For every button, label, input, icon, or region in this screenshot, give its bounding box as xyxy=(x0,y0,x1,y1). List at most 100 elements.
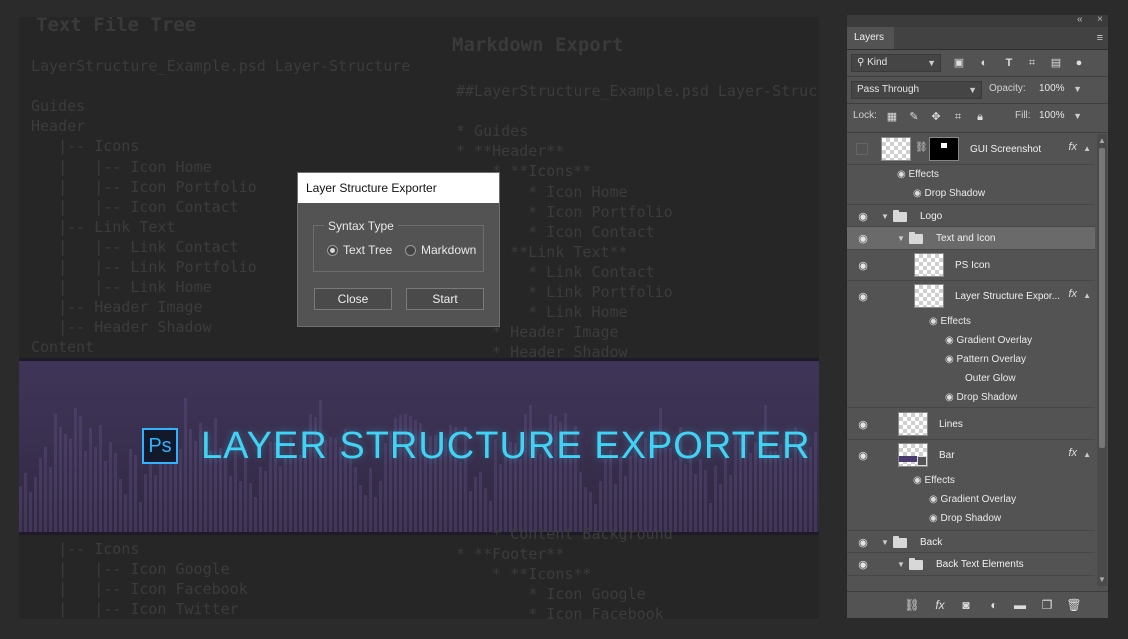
chevron-down-icon[interactable]: ▼ xyxy=(897,234,905,243)
layer-name: Back xyxy=(920,537,943,548)
effect-label: Drop Shadow xyxy=(956,392,1018,403)
close-panel-icon[interactable]: × xyxy=(1097,14,1103,25)
eye-icon[interactable]: ◉ xyxy=(856,259,870,272)
eye-icon[interactable]: ◉ xyxy=(897,169,906,180)
equalizer-bar xyxy=(374,496,377,535)
radio-selected-icon[interactable] xyxy=(327,244,338,256)
filter-pixel-icon[interactable]: ▣ xyxy=(951,55,967,71)
lock-transparent-icon[interactable]: ▦ xyxy=(884,109,900,125)
equalizer-bar xyxy=(709,502,712,535)
new-group-icon[interactable]: ▬ xyxy=(1012,597,1028,613)
layer-mask-thumbnail[interactable] xyxy=(929,137,959,161)
fill-field[interactable]: 100% ▼ xyxy=(1034,108,1086,126)
radio-text-tree[interactable]: Text Tree xyxy=(327,243,392,257)
effect-row[interactable]: ◉ Gradient Overlay xyxy=(929,494,1016,505)
eye-icon[interactable]: ◉ xyxy=(856,232,870,245)
scrollbar-thumb[interactable] xyxy=(1099,148,1105,448)
filter-smart-object-icon[interactable]: ▤ xyxy=(1048,55,1064,71)
trash-icon[interactable]: 🗑︎ xyxy=(1066,597,1082,613)
filter-shape-icon[interactable]: ⌗ xyxy=(1024,55,1040,71)
effect-row[interactable]: ◉ Drop Shadow xyxy=(945,392,1017,403)
new-adjustment-icon[interactable]: ◐ xyxy=(986,597,1002,613)
lock-brush-icon[interactable]: ✎ xyxy=(906,109,922,125)
eye-icon[interactable]: ◉ xyxy=(913,475,922,486)
link-layers-icon[interactable]: ⛓ xyxy=(904,597,920,613)
effects-row[interactable]: ◉ Effects xyxy=(897,169,939,180)
ps-logo-icon: Ps xyxy=(142,428,178,464)
equalizer-bar xyxy=(84,451,87,535)
effect-row[interactable]: ◉ Drop Shadow xyxy=(913,188,985,199)
eye-icon[interactable]: ◉ xyxy=(856,210,870,223)
chevron-down-icon[interactable]: ▼ xyxy=(881,212,889,221)
layer-group-back-text[interactable]: ◉ ▼ Back Text Elements xyxy=(847,553,1095,576)
eye-icon[interactable]: ◉ xyxy=(929,513,938,524)
collapse-effects-icon[interactable]: ▲ xyxy=(1083,144,1091,153)
eye-icon[interactable]: ◉ xyxy=(856,418,870,431)
collapse-panel-icon[interactable]: « xyxy=(1077,14,1083,25)
equalizer-bar xyxy=(59,426,62,535)
filter-type-icon[interactable]: T xyxy=(1001,55,1017,71)
layers-scrollbar[interactable]: ▲ ▼ xyxy=(1097,134,1107,586)
layer-lines[interactable]: ◉ Lines xyxy=(847,407,1095,440)
collapse-effects-icon[interactable]: ▲ xyxy=(1083,450,1091,459)
add-mask-icon[interactable]: ◙ xyxy=(958,597,974,613)
effect-row-hidden[interactable]: Outer Glow xyxy=(965,373,1016,384)
scroll-up-icon[interactable]: ▲ xyxy=(1098,136,1106,145)
collapse-effects-icon[interactable]: ▲ xyxy=(1083,291,1091,300)
effects-row[interactable]: ◉ Effects xyxy=(913,475,955,486)
start-button[interactable]: Start xyxy=(406,288,484,310)
code-line: |-- Link Text xyxy=(31,217,176,236)
layer-group-text-and-icon[interactable]: ◉ ▼ Text and Icon xyxy=(847,227,1095,250)
close-button[interactable]: Close xyxy=(314,288,392,310)
equalizer-bar xyxy=(279,466,282,535)
equalizer-bar xyxy=(89,428,92,535)
eye-icon[interactable]: ◉ xyxy=(929,316,938,327)
layer-gui-screenshot[interactable]: ⛓ GUI Screenshot fx ▲ xyxy=(847,134,1095,165)
add-style-fx-icon[interactable]: fx xyxy=(932,597,948,613)
layer-structure-text[interactable]: ◉ Layer Structure Expor... fx ▲ xyxy=(847,281,1095,312)
effect-row[interactable]: ◉ Gradient Overlay xyxy=(945,335,1032,346)
fx-icon[interactable]: fx xyxy=(1068,447,1077,459)
tab-layers[interactable]: Layers xyxy=(847,27,894,49)
lock-artboard-icon[interactable]: ⌗ xyxy=(950,109,966,125)
blend-mode-select[interactable]: Pass Through ▼ xyxy=(851,81,982,99)
lock-move-icon[interactable]: ✥ xyxy=(928,109,944,125)
filter-kind-select[interactable]: ⚲ Kind ▼ xyxy=(851,54,941,72)
lock-all-icon[interactable]: 🔒︎ xyxy=(972,109,988,125)
radio-markdown[interactable]: Markdown xyxy=(405,243,476,257)
chevron-down-icon[interactable]: ▼ xyxy=(881,538,889,547)
eye-icon[interactable]: ◉ xyxy=(856,536,870,549)
equalizer-bar xyxy=(179,449,182,535)
scroll-down-icon[interactable]: ▼ xyxy=(1098,575,1106,584)
chevron-down-icon[interactable]: ▼ xyxy=(897,560,905,569)
opacity-value: 100% xyxy=(1039,83,1065,94)
layer-group-back[interactable]: ◉ ▼ Back xyxy=(847,530,1095,553)
eye-icon[interactable]: ◉ xyxy=(856,558,870,571)
effect-row[interactable]: ◉ Pattern Overlay xyxy=(945,354,1026,365)
header-banner: Ps LAYER STRUCTURE EXPORTER xyxy=(19,358,819,535)
effect-row[interactable]: ◉ Drop Shadow xyxy=(929,513,1001,524)
eye-icon[interactable]: ◉ xyxy=(945,335,954,346)
fx-icon[interactable]: fx xyxy=(1068,288,1077,300)
markdown-title: Markdown Export xyxy=(452,34,624,56)
filter-adjustment-icon[interactable]: ◐ xyxy=(976,55,992,71)
filter-toggle-icon[interactable]: ● xyxy=(1071,55,1087,71)
equalizer-bar xyxy=(109,442,112,535)
layer-group-logo[interactable]: ◉ ▼ Logo xyxy=(847,204,1095,227)
opacity-field[interactable]: 100% ▼ xyxy=(1034,81,1086,99)
eye-icon[interactable]: ◉ xyxy=(856,449,870,462)
eye-icon[interactable]: ◉ xyxy=(913,188,922,199)
visibility-off-box[interactable] xyxy=(856,143,868,155)
effects-row[interactable]: ◉ Effects xyxy=(929,316,971,327)
eye-icon[interactable]: ◉ xyxy=(945,392,954,403)
link-icon[interactable]: ⛓ xyxy=(915,142,928,153)
fx-icon[interactable]: fx xyxy=(1068,141,1077,153)
panel-menu-icon[interactable]: ≡ xyxy=(1097,32,1103,44)
layer-bar[interactable]: ◉ Bar fx ▲ xyxy=(847,440,1095,471)
eye-icon[interactable]: ◉ xyxy=(856,290,870,303)
layer-ps-icon[interactable]: ◉ PS Icon xyxy=(847,250,1095,281)
new-layer-icon[interactable]: ❐ xyxy=(1039,597,1055,613)
eye-icon[interactable]: ◉ xyxy=(945,354,954,365)
eye-icon[interactable]: ◉ xyxy=(929,494,938,505)
radio-unselected-icon[interactable] xyxy=(405,244,416,256)
